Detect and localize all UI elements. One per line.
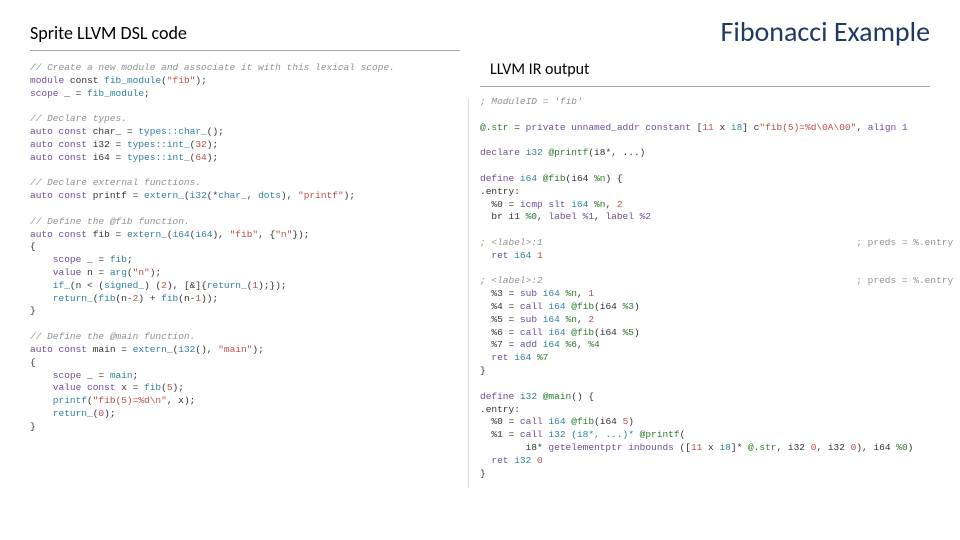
code-block-dsl: // Create a new module and associate it … xyxy=(30,62,460,434)
slide-title: Fibonacci Example xyxy=(721,14,930,49)
heading-ir-output: LLVM IR output xyxy=(490,60,589,79)
rule-right xyxy=(480,86,930,87)
slide-root: Fibonacci Example Sprite LLVM DSL code L… xyxy=(0,0,960,540)
column-divider xyxy=(468,98,469,488)
code-block-ir: ; ModuleID = 'fib' @.str = private unnam… xyxy=(480,96,930,480)
heading-dsl-code: Sprite LLVM DSL code xyxy=(30,22,187,44)
rule-left xyxy=(30,50,460,51)
